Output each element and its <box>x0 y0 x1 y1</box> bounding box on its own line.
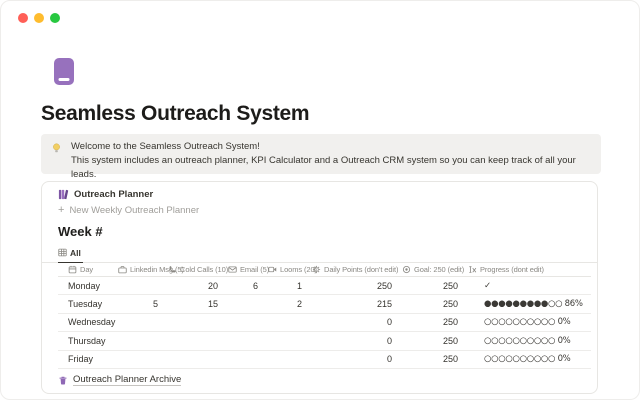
video-icon <box>268 265 277 274</box>
zoom-button[interactable] <box>50 13 60 23</box>
cell-progress[interactable]: ○○○○○○○○○○ 0% <box>464 351 591 368</box>
plus-icon: + <box>58 206 64 215</box>
cell-cold-calls[interactable]: 15 <box>164 295 224 312</box>
table-row: Wednesday 0 250 ○○○○○○○○○○ 0% <box>58 314 591 332</box>
cell-daily-points[interactable]: 250 <box>308 277 398 294</box>
cell-looms[interactable] <box>264 351 308 368</box>
phone-icon <box>168 265 177 274</box>
cell-day[interactable]: Friday <box>58 351 114 368</box>
tab-all[interactable]: All <box>58 246 83 263</box>
column-header-daily-points[interactable]: Daily Points (don't edit) <box>308 263 398 276</box>
table-row: Friday 0 250 ○○○○○○○○○○ 0% <box>58 351 591 369</box>
new-weekly-planner-button[interactable]: + New Weekly Outreach Planner <box>42 205 597 216</box>
cell-cold-calls[interactable] <box>164 314 224 331</box>
table-row: Monday 20 6 1 250 250 ✓ <box>58 277 591 295</box>
cell-goal[interactable]: 250 <box>398 314 464 331</box>
cell-linkedin[interactable] <box>114 277 164 294</box>
calendar-icon <box>68 265 77 274</box>
cell-email[interactable] <box>224 314 264 331</box>
new-button-label: New Weekly Outreach Planner <box>69 205 199 216</box>
column-header-email[interactable]: Email (5) <box>224 263 264 276</box>
close-button[interactable] <box>18 13 28 23</box>
cell-cold-calls[interactable] <box>164 351 224 368</box>
cell-goal[interactable]: 250 <box>398 332 464 349</box>
purple-notebook-icon[interactable] <box>54 58 74 85</box>
callout-line1: Welcome to the Seamless Outreach System! <box>71 140 591 154</box>
cell-daily-points[interactable]: 0 <box>308 332 398 349</box>
lightbulb-icon <box>51 142 62 154</box>
minimize-button[interactable] <box>34 13 44 23</box>
planner-table: Day Linkedin Msg (5) Cold Calls (10) <box>42 263 597 369</box>
cell-day[interactable]: Wednesday <box>58 314 114 331</box>
cell-email[interactable]: 6 <box>224 277 264 294</box>
cell-daily-points[interactable]: 215 <box>308 295 398 312</box>
cell-progress[interactable]: ○○○○○○○○○○ 0% <box>464 332 591 349</box>
column-header-day[interactable]: Day <box>58 263 114 276</box>
cell-daily-points[interactable]: 0 <box>308 351 398 368</box>
column-header-progress[interactable]: Progress (dont edit) <box>464 263 591 276</box>
cell-email[interactable] <box>224 332 264 349</box>
cell-cold-calls[interactable]: 20 <box>164 277 224 294</box>
cell-linkedin[interactable] <box>114 351 164 368</box>
planner-header[interactable]: Outreach Planner <box>42 189 597 200</box>
cell-looms[interactable]: 2 <box>264 295 308 312</box>
table-header-row: Day Linkedin Msg (5) Cold Calls (10) <box>58 263 591 277</box>
notion-window: Seamless Outreach System Welcome to the … <box>0 0 640 400</box>
cell-email[interactable] <box>224 351 264 368</box>
cell-email[interactable] <box>224 295 264 312</box>
cell-linkedin[interactable] <box>114 332 164 349</box>
column-header-looms[interactable]: Looms (20) <box>264 263 308 276</box>
page-title: Seamless Outreach System <box>41 102 309 126</box>
cell-goal[interactable]: 250 <box>398 277 464 294</box>
cell-looms[interactable] <box>264 332 308 349</box>
tab-all-label: All <box>70 248 81 258</box>
cell-goal[interactable]: 250 <box>398 295 464 312</box>
column-header-goal[interactable]: Goal: 250 (edit) <box>398 263 464 276</box>
column-header-cold-calls[interactable]: Cold Calls (10) <box>164 263 224 276</box>
briefcase-icon <box>118 265 127 274</box>
cell-cold-calls[interactable] <box>164 332 224 349</box>
cell-progress[interactable]: ✓ <box>464 277 591 294</box>
cell-progress[interactable]: ○○○○○○○○○○ 0% <box>464 314 591 331</box>
gear-icon <box>312 265 321 274</box>
view-tabbar: All <box>42 244 597 263</box>
cell-looms[interactable]: 1 <box>264 277 308 294</box>
cell-linkedin[interactable]: 5 <box>114 295 164 312</box>
table-row: Tuesday 5 15 2 215 250 ●●●●●●●●●○○ 86% <box>58 295 591 313</box>
cell-day[interactable]: Tuesday <box>58 295 114 312</box>
trash-icon <box>58 375 68 386</box>
formula-icon <box>468 265 477 274</box>
column-header-linkedin[interactable]: Linkedin Msg (5) <box>114 263 164 276</box>
archive-link[interactable]: Outreach Planner Archive <box>42 369 597 394</box>
archive-link-label: Outreach Planner Archive <box>73 374 181 387</box>
window-controls <box>18 13 60 23</box>
welcome-callout: Welcome to the Seamless Outreach System!… <box>41 134 601 174</box>
planner-title: Outreach Planner <box>74 189 153 200</box>
callout-line2: This system includes an outreach planner… <box>71 154 591 182</box>
table-row: Thursday 0 250 ○○○○○○○○○○ 0% <box>58 332 591 350</box>
cell-looms[interactable] <box>264 314 308 331</box>
cell-day[interactable]: Thursday <box>58 332 114 349</box>
cell-goal[interactable]: 250 <box>398 351 464 368</box>
week-heading: Week # <box>42 224 597 239</box>
outreach-planner-section: Outreach Planner + New Weekly Outreach P… <box>41 181 598 394</box>
cell-daily-points[interactable]: 0 <box>308 314 398 331</box>
cell-day[interactable]: Monday <box>58 277 114 294</box>
envelope-icon <box>228 265 237 274</box>
books-icon <box>58 189 69 200</box>
target-icon <box>402 265 411 274</box>
cell-linkedin[interactable] <box>114 314 164 331</box>
cell-progress[interactable]: ●●●●●●●●●○○ 86% <box>464 295 591 312</box>
table-grid-icon <box>58 248 67 257</box>
